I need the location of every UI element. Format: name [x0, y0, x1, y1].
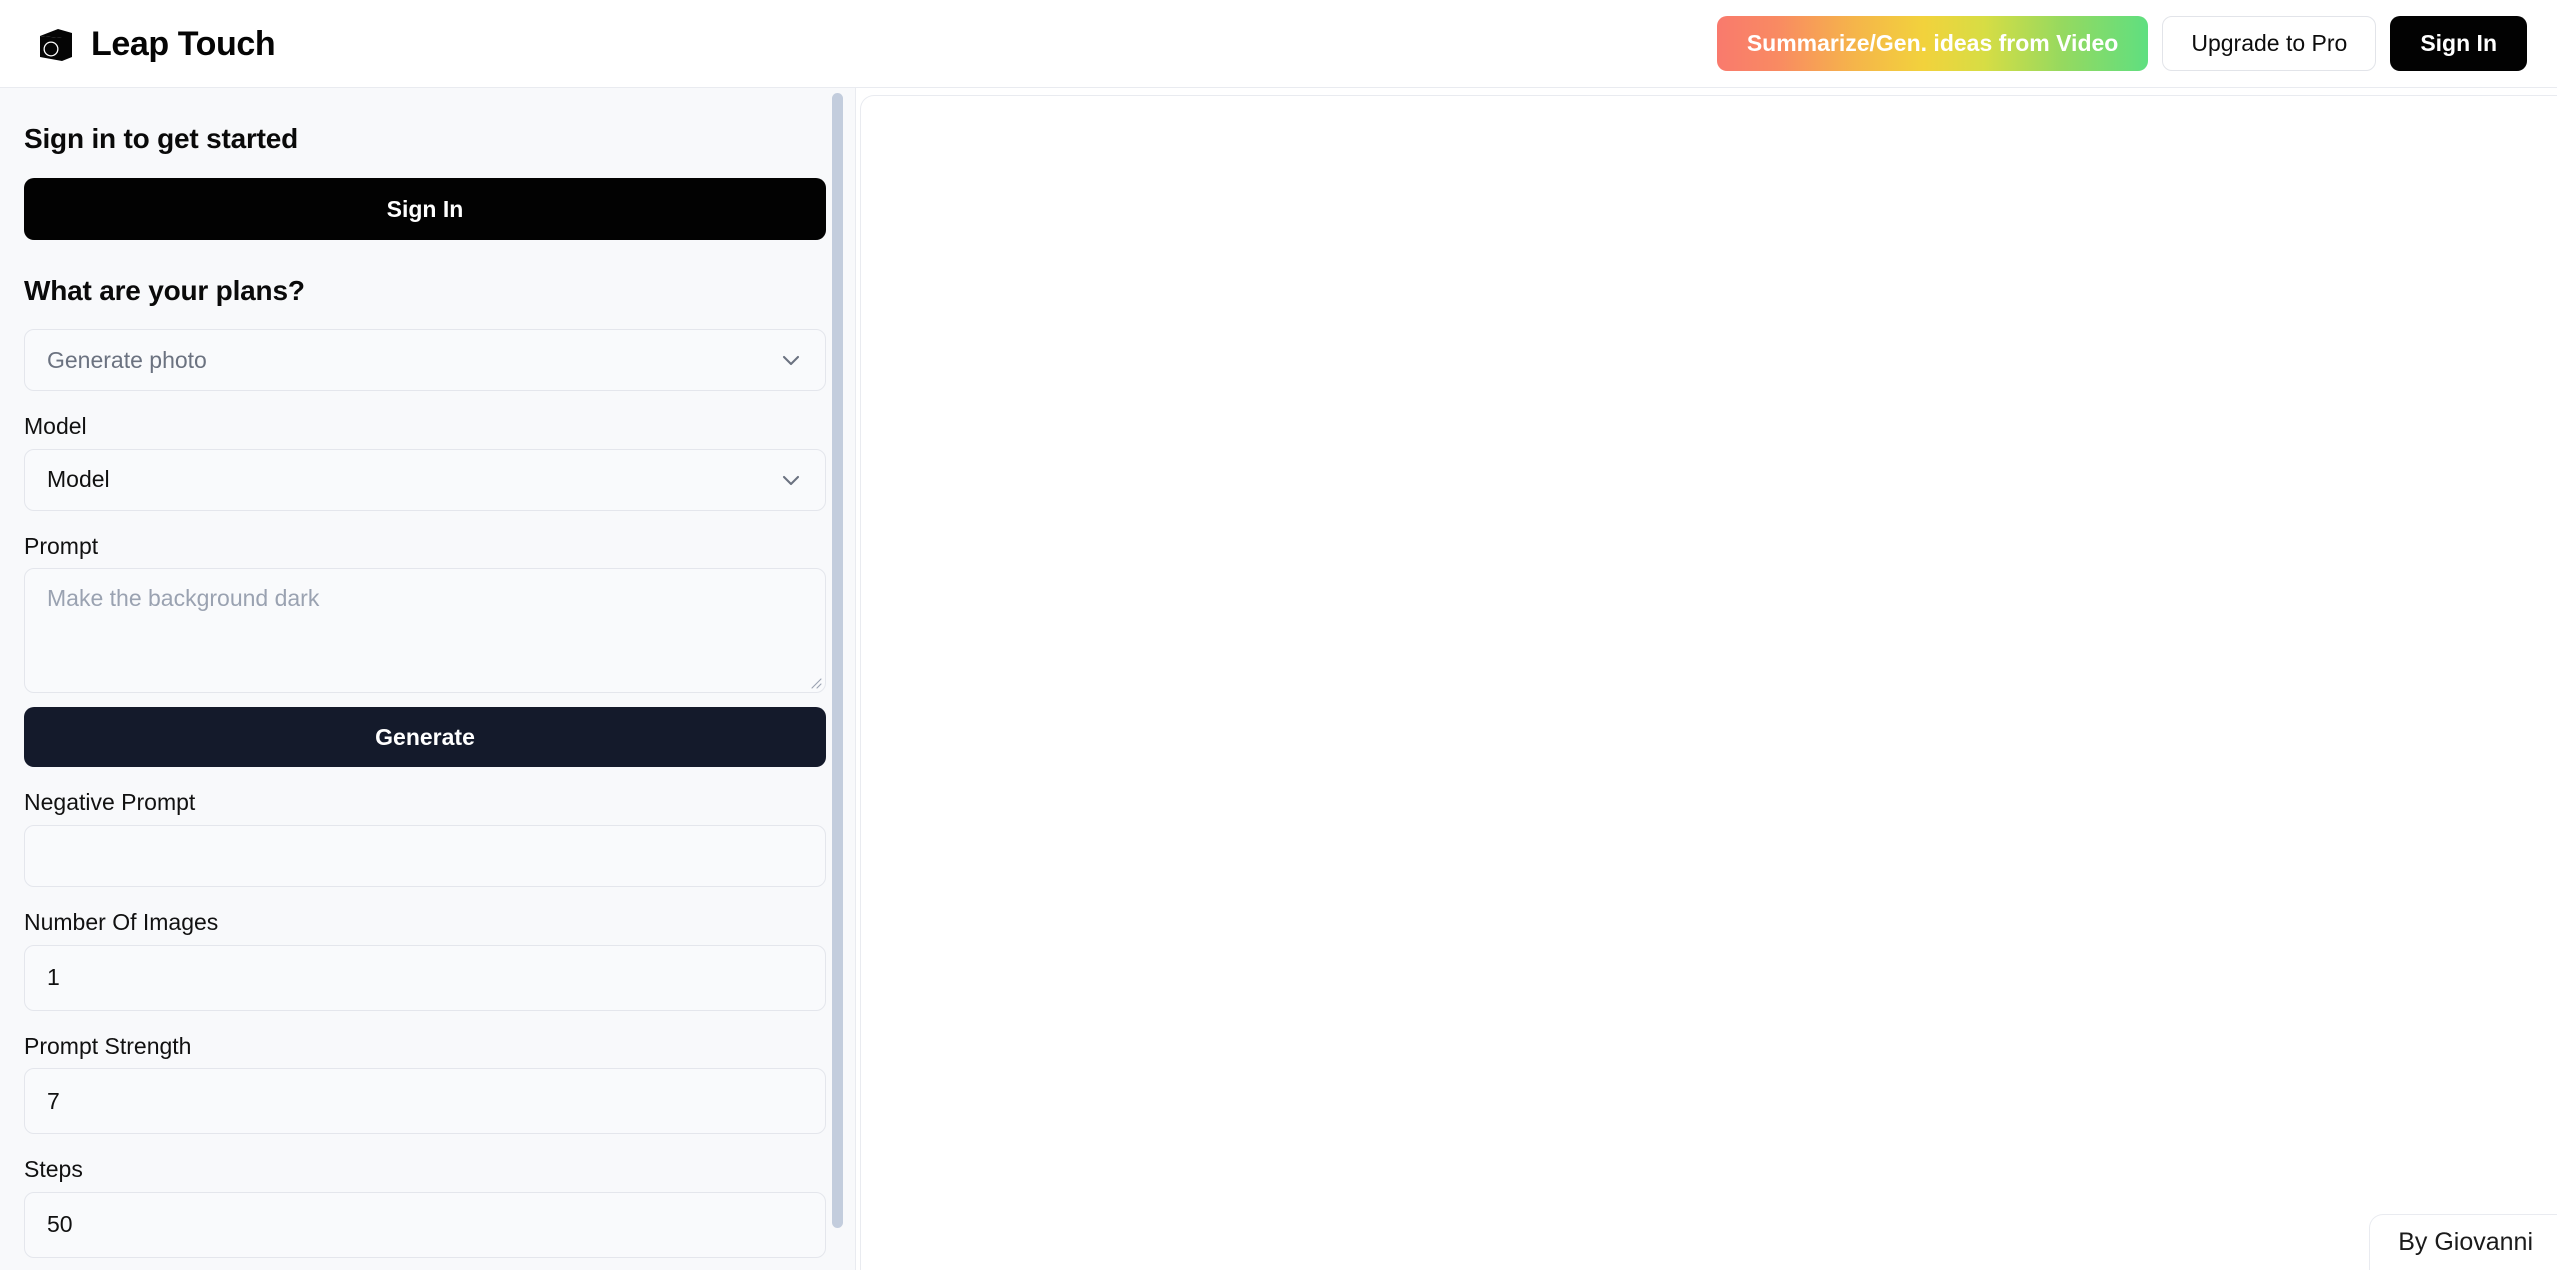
prompt-input[interactable]: [24, 568, 826, 694]
negative-prompt-input[interactable]: [24, 824, 826, 887]
prompt-field-wrap: [24, 568, 826, 694]
upgrade-to-pro-button[interactable]: Upgrade to Pro: [2162, 16, 2377, 71]
app-header: Leap Touch Summarize/Gen. ideas from Vid…: [0, 0, 2557, 88]
plan-select-value: Generate photo: [47, 346, 207, 373]
sidebar-sign-in-button[interactable]: Sign In: [24, 177, 826, 240]
prompt-strength-input[interactable]: [24, 1068, 826, 1135]
model-select[interactable]: Model: [24, 448, 826, 511]
steps-label: Steps: [24, 1156, 83, 1183]
steps-input[interactable]: [24, 1191, 826, 1258]
credit-badge[interactable]: By Giovanni: [2369, 1214, 2557, 1270]
brand-name: Leap Touch: [91, 24, 276, 63]
sign-in-heading: Sign in to get started: [24, 123, 299, 154]
plan-select[interactable]: Generate photo: [24, 329, 826, 392]
sidebar-scrollbar-thumb[interactable]: [832, 93, 843, 1228]
chevron-down-icon: [779, 348, 803, 372]
number-of-images-input[interactable]: [24, 944, 826, 1011]
prompt-label: Prompt: [24, 532, 99, 559]
model-select-value: Model: [47, 466, 110, 493]
main-area: By Giovanni: [856, 88, 2557, 1270]
cube-logo-icon: [36, 24, 76, 64]
sidebar-content: Sign in to get started Sign In What are …: [0, 88, 856, 1270]
generate-button[interactable]: Generate: [24, 707, 826, 768]
summarize-from-video-button[interactable]: Summarize/Gen. ideas from Video: [1716, 16, 2149, 71]
chevron-down-icon: [779, 468, 803, 492]
body: Sign in to get started Sign In What are …: [0, 88, 2557, 1270]
model-label: Model: [24, 413, 87, 440]
brand[interactable]: Leap Touch: [36, 24, 276, 64]
header-sign-in-button[interactable]: Sign In: [2390, 16, 2527, 71]
number-of-images-label: Number Of Images: [24, 908, 219, 935]
app-root: Leap Touch Summarize/Gen. ideas from Vid…: [0, 0, 2557, 1270]
negative-prompt-label: Negative Prompt: [24, 789, 196, 816]
header-actions: Summarize/Gen. ideas from Video Upgrade …: [1716, 16, 2527, 71]
main-panel: By Giovanni: [860, 95, 2557, 1270]
plans-heading: What are your plans?: [24, 274, 305, 306]
sidebar: Sign in to get started Sign In What are …: [0, 88, 856, 1270]
sidebar-scrollbar-track[interactable]: [829, 88, 845, 1270]
prompt-strength-label: Prompt Strength: [24, 1032, 192, 1059]
